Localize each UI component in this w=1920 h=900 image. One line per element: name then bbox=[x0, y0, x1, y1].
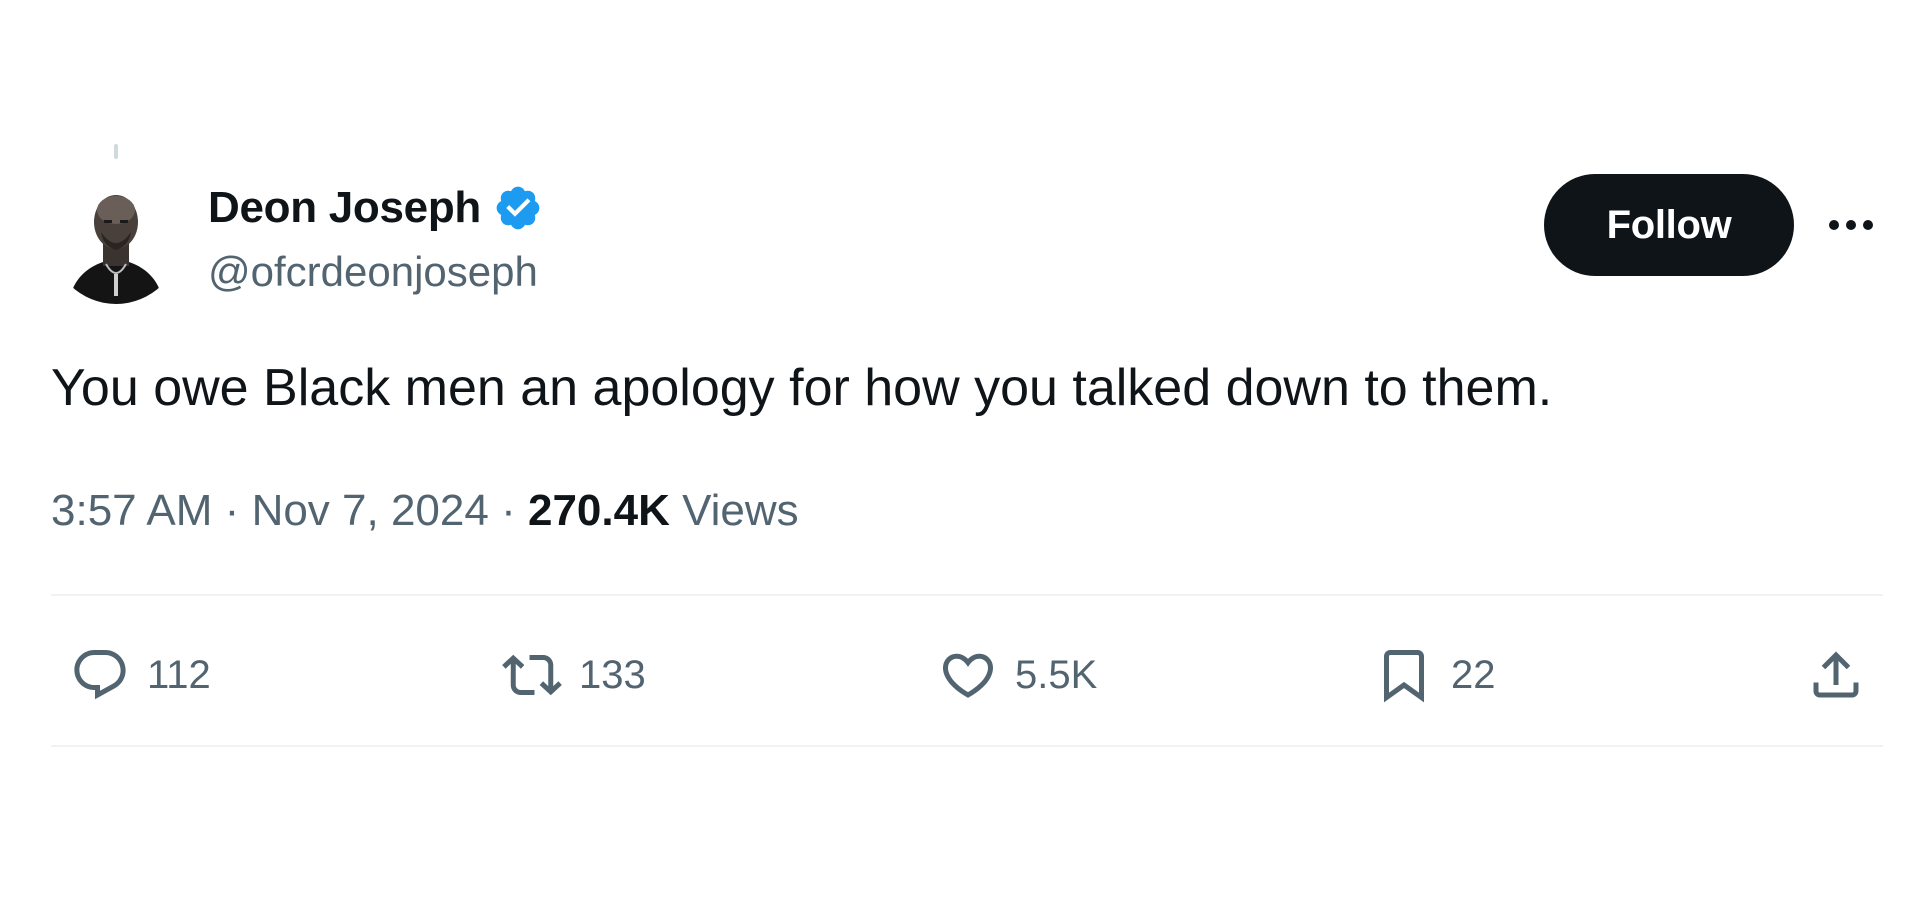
meta-separator: · bbox=[501, 486, 516, 535]
author-display-name[interactable]: Deon Joseph bbox=[208, 183, 481, 233]
divider bbox=[51, 594, 1883, 596]
follow-button[interactable]: Follow bbox=[1544, 174, 1794, 276]
thread-connector-line bbox=[114, 144, 118, 159]
repost-button[interactable]: 133 bbox=[497, 640, 646, 710]
like-button[interactable]: 5.5K bbox=[933, 640, 1097, 710]
bookmark-count: 22 bbox=[1451, 652, 1496, 697]
repost-count: 133 bbox=[579, 652, 646, 697]
like-count: 5.5K bbox=[1015, 652, 1098, 697]
avatar-photo bbox=[51, 174, 181, 304]
author-handle[interactable]: @ofcrdeonjoseph bbox=[208, 248, 538, 296]
author-name-row[interactable]: Deon Joseph bbox=[208, 180, 543, 236]
tweet-actions-bar: 112 133 5.5K 22 bbox=[51, 640, 1883, 710]
verified-badge-icon[interactable] bbox=[493, 183, 543, 233]
views-label: Views bbox=[682, 486, 799, 535]
tweet-time[interactable]: 3:57 AM bbox=[51, 486, 212, 535]
heart-icon bbox=[942, 653, 994, 698]
repost-icon bbox=[502, 654, 562, 696]
reply-button[interactable]: 112 bbox=[65, 640, 211, 710]
meta-separator: · bbox=[224, 486, 240, 535]
tweet-card: Deon Joseph @ofcrdeonjoseph Follow You o… bbox=[51, 0, 1883, 900]
bookmark-icon bbox=[1384, 650, 1424, 703]
share-icon bbox=[1813, 651, 1859, 698]
reply-icon bbox=[74, 650, 126, 700]
bookmark-button[interactable]: 22 bbox=[1369, 640, 1496, 710]
views-count[interactable]: 270.4K bbox=[528, 486, 670, 535]
avatar[interactable] bbox=[51, 174, 181, 304]
tweet-metadata: 3:57 AM · Nov 7, 2024 · 270.4K Views bbox=[51, 483, 799, 539]
reply-count: 112 bbox=[147, 652, 211, 697]
tweet-text: You owe Black men an apology for how you… bbox=[51, 359, 1553, 417]
share-button[interactable] bbox=[1801, 640, 1871, 710]
more-options-icon[interactable] bbox=[1823, 207, 1879, 243]
divider bbox=[51, 745, 1883, 747]
tweet-date[interactable]: Nov 7, 2024 bbox=[252, 486, 489, 535]
